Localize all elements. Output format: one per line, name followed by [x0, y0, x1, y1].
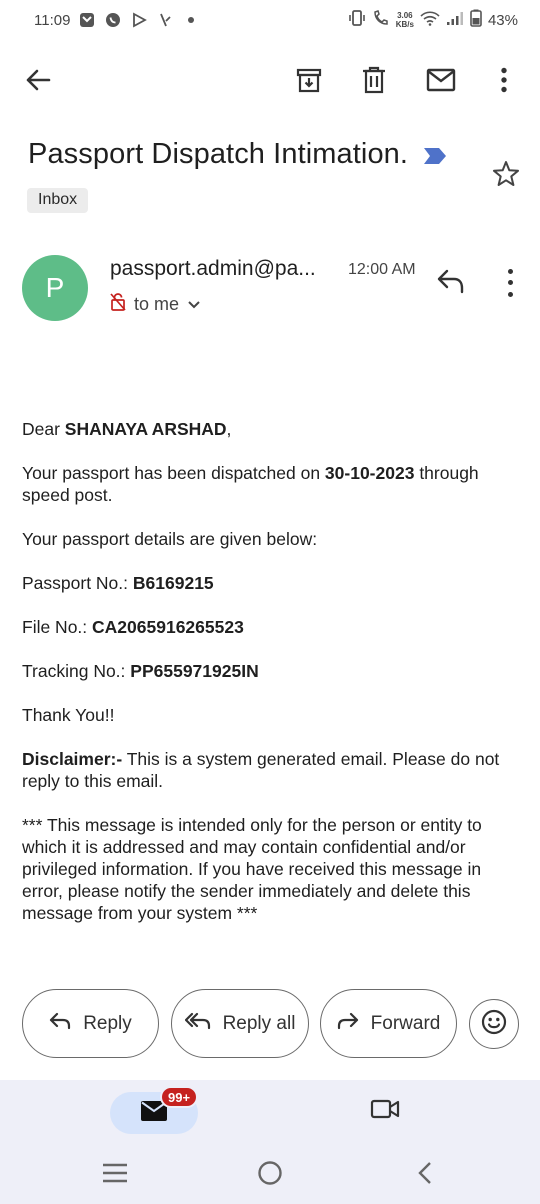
more-notifications-dot-icon: [182, 11, 200, 29]
email-toolbar: [0, 52, 540, 112]
net-speed: 3.06 KB/s: [396, 11, 414, 29]
status-bar: 11:09 3.06 KB/s 43%: [0, 0, 540, 40]
emoji-reaction-button[interactable]: [469, 999, 519, 1049]
more-dot: [507, 291, 513, 297]
archive-button[interactable]: [285, 52, 333, 112]
status-time: 11:09: [34, 11, 71, 29]
reply-actions: Reply Reply all Forward: [22, 989, 522, 1059]
home-button[interactable]: [255, 1160, 285, 1190]
meet-tab[interactable]: [370, 1098, 402, 1128]
star-button[interactable]: [492, 160, 522, 190]
play-store-notification-icon: [130, 11, 148, 29]
file-number: CA2065916265523: [92, 617, 244, 637]
system-navigation-bar: [0, 1146, 540, 1204]
greeting-suffix: ,: [226, 419, 232, 439]
confidentiality-notice: *** This message is intended only for th…: [22, 815, 482, 923]
more-options-button[interactable]: [480, 52, 528, 112]
net-speed-value: 3.06: [397, 11, 413, 20]
sender-address[interactable]: passport.admin@pa...: [110, 257, 316, 281]
no-encryption-icon: [110, 293, 126, 316]
recipient-name: SHANAYA ARSHAD: [64, 419, 227, 439]
more-vert-icon: [507, 269, 513, 275]
bottom-navigation: 99+: [0, 1080, 540, 1146]
recipient-details-toggle[interactable]: to me: [110, 293, 201, 316]
email-body: Dear SHANAYA ARSHAD, Your passport has b…: [22, 418, 522, 946]
vibrate-icon: [348, 10, 366, 30]
inbox-label-chip[interactable]: Inbox: [27, 188, 89, 213]
reply-all-icon: [184, 1012, 211, 1036]
delete-button[interactable]: [350, 52, 398, 112]
wifi-icon: [420, 10, 440, 30]
archive-icon: [296, 67, 322, 98]
delete-icon: [361, 66, 387, 99]
forward-button[interactable]: Forward: [320, 989, 457, 1058]
email-subject: Passport Dispatch Intimation.: [28, 138, 409, 170]
back-button[interactable]: [14, 52, 62, 112]
forward-icon: [337, 1012, 359, 1036]
thanks-line: Thank You!!: [22, 705, 115, 725]
details-intro: Your passport details are given below:: [22, 529, 318, 549]
emoji-icon: [481, 1009, 507, 1040]
whatsapp-notification-icon: [104, 11, 122, 29]
sender-avatar[interactable]: P: [22, 255, 88, 321]
recent-apps-button[interactable]: [100, 1160, 130, 1190]
importance-marker-icon[interactable]: [423, 147, 447, 170]
disclaimer-label: Disclaimer:-: [22, 749, 123, 769]
tracking-label: Tracking No.:: [22, 661, 131, 681]
disclaimer-line: Disclaimer:- This is a system generated …: [22, 748, 522, 792]
file-label: File No.:: [22, 617, 93, 637]
video-camera-icon: [370, 1099, 400, 1124]
reply-all-label: Reply all: [222, 1012, 296, 1034]
battery-percent: 43%: [487, 11, 518, 29]
greeting: Dear SHANAYA ARSHAD,: [22, 418, 522, 440]
tracking-line: Tracking No.: PP655971925IN: [22, 660, 522, 682]
chevron-down-icon: [187, 294, 201, 315]
system-back-button[interactable]: [410, 1160, 440, 1190]
call-wifi-icon: [372, 10, 390, 30]
dispatch-prefix: Your passport has been dispatched on: [22, 463, 325, 483]
gallery-notification-icon: [78, 11, 96, 29]
arrow-back-icon: [25, 68, 51, 97]
more-vert-icon: [500, 67, 508, 98]
message-more-button[interactable]: [496, 266, 524, 300]
more-dot: [507, 280, 513, 286]
battery-icon: [470, 9, 482, 31]
reply-label: Reply: [83, 1012, 132, 1034]
passport-label: Passport No.:: [22, 573, 133, 593]
recent-apps-icon: [102, 1163, 128, 1188]
file-line: File No.: CA2065916265523: [22, 616, 522, 638]
mail-icon: [426, 68, 456, 97]
location-notification-icon: [156, 11, 174, 29]
passport-line: Passport No.: B6169215: [22, 572, 522, 594]
home-circle-icon: [257, 1160, 283, 1191]
chevron-left-icon: [417, 1161, 433, 1190]
tracking-number: PP655971925IN: [130, 661, 259, 681]
reply-icon: [436, 269, 466, 298]
unread-count-badge: 99+: [160, 1086, 199, 1108]
subject-row: Passport Dispatch Intimation.: [28, 138, 528, 171]
reply-button[interactable]: Reply: [22, 989, 159, 1058]
net-speed-unit: KB/s: [395, 20, 414, 29]
reply-all-button[interactable]: Reply all: [171, 989, 309, 1058]
mark-unread-button[interactable]: [417, 52, 465, 112]
forward-label: Forward: [370, 1012, 441, 1034]
dispatch-line: Your passport has been dispatched on 30-…: [22, 462, 522, 506]
status-right: 3.06 KB/s 43%: [348, 9, 518, 31]
star-icon: [492, 161, 520, 192]
passport-number: B6169215: [132, 573, 214, 593]
status-left: 11:09: [34, 11, 200, 29]
greeting-prefix: Dear: [22, 419, 65, 439]
email-time: 12:00 AM: [348, 261, 416, 278]
reply-icon: [49, 1012, 71, 1036]
reply-button-header[interactable]: [436, 268, 468, 298]
dispatch-date: 30-10-2023: [324, 463, 415, 483]
recipient-text: to me: [134, 294, 180, 314]
signal-icon: [446, 10, 464, 30]
